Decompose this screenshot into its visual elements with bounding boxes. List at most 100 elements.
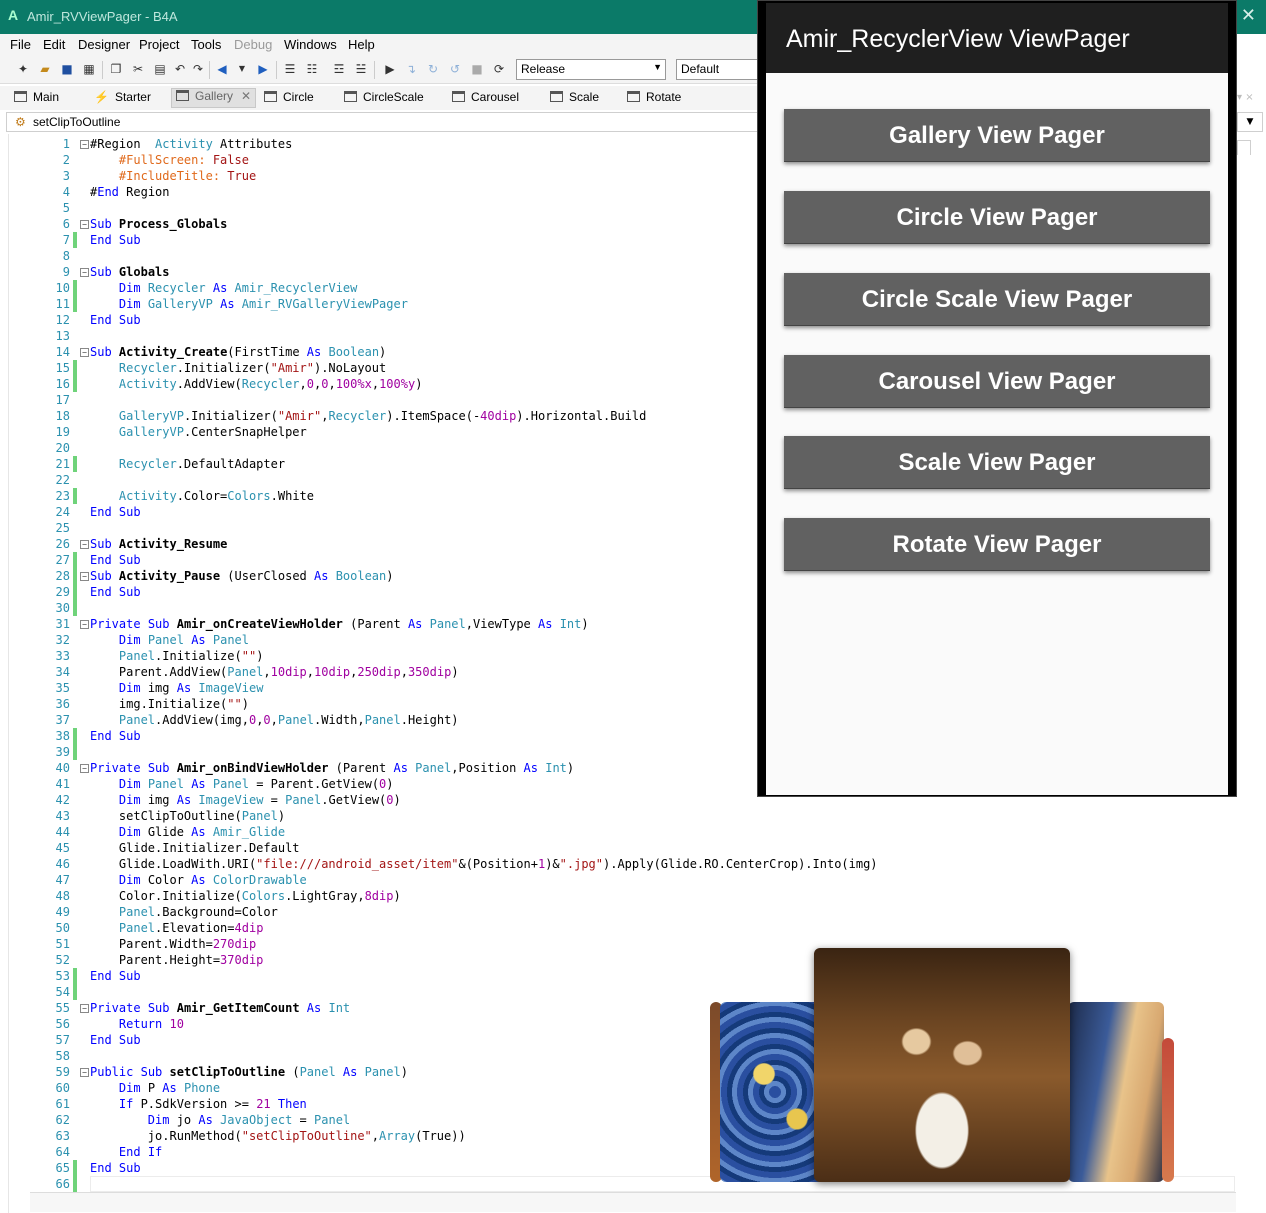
circle-view-pager-button[interactable]: Circle View Pager — [784, 191, 1210, 244]
code-line[interactable]: Private Sub Amir_GetItemCount As Int — [90, 1000, 350, 1016]
code-line[interactable]: If P.SdkVersion >= 21 Then — [90, 1096, 307, 1112]
member-dropdown[interactable]: ⚙ setClipToOutline — [6, 112, 760, 132]
step-into-icon[interactable]: ↴ — [404, 62, 418, 76]
paste-icon[interactable]: ▤ — [153, 62, 167, 76]
comment-icon[interactable]: ☲ — [332, 62, 346, 76]
code-line[interactable]: Sub Activity_Pause (UserClosed As Boolea… — [90, 568, 394, 584]
code-line[interactable]: Activity.Color=Colors.White — [90, 488, 314, 504]
device-select[interactable]: Default — [676, 59, 760, 80]
gallery-view-pager-button[interactable]: Gallery View Pager — [784, 109, 1210, 162]
save-icon[interactable]: ■ — [60, 62, 74, 76]
chevron-down-icon[interactable]: ▼ — [1237, 112, 1263, 132]
code-line[interactable]: jo.RunMethod("setClipToOutline",Array(Tr… — [90, 1128, 466, 1144]
code-line[interactable]: Recycler.Initializer("Amir").NoLayout — [90, 360, 386, 376]
code-line[interactable]: Panel.Elevation=4dip — [90, 920, 264, 936]
code-line[interactable]: Sub Globals — [90, 264, 170, 280]
fold-toggle-icon[interactable]: − — [80, 572, 89, 581]
fold-toggle-icon[interactable]: − — [80, 1068, 89, 1077]
code-line[interactable]: Dim P As Phone — [90, 1080, 220, 1096]
code-line[interactable]: End Sub — [90, 312, 141, 328]
circle-scale-view-pager-button[interactable]: Circle Scale View Pager — [784, 273, 1210, 326]
outdent-icon[interactable]: ☷ — [305, 62, 319, 76]
code-line[interactable]: Dim Recycler As Amir_RecyclerView — [90, 280, 357, 296]
code-line[interactable]: Return 10 — [90, 1016, 184, 1032]
code-line[interactable]: Recycler.DefaultAdapter — [90, 456, 285, 472]
tab-scale[interactable]: Scale — [550, 90, 599, 108]
code-line[interactable]: Sub Activity_Resume — [90, 536, 227, 552]
save-all-icon[interactable]: ▦ — [82, 62, 96, 76]
code-line[interactable]: Parent.Height=370dip — [90, 952, 264, 968]
back-icon[interactable]: ◀ — [215, 62, 229, 76]
menu-help[interactable]: Help — [348, 37, 375, 52]
code-line[interactable]: End Sub — [90, 504, 141, 520]
code-line[interactable]: setClipToOutline(Panel) — [90, 808, 285, 824]
close-tab-icon[interactable]: ✕ — [241, 89, 251, 103]
fold-toggle-icon[interactable]: − — [80, 348, 89, 357]
code-line[interactable]: Dim Glide As Amir_Glide — [90, 824, 285, 840]
tab-gallery[interactable]: Gallery ✕ — [171, 88, 257, 108]
code-line[interactable]: Dim Color As ColorDrawable — [90, 872, 307, 888]
code-line[interactable]: Private Sub Amir_onBindViewHolder (Paren… — [90, 760, 574, 776]
rotate-view-pager-button[interactable]: Rotate View Pager — [784, 518, 1210, 571]
fold-toggle-icon[interactable]: − — [80, 764, 89, 773]
code-line[interactable]: Glide.LoadWith.URI("file:///android_asse… — [90, 856, 878, 872]
step-out-icon[interactable]: ↺ — [448, 62, 462, 76]
tab-main[interactable]: Main — [14, 90, 59, 108]
chevron-down-icon[interactable]: ▼ — [235, 62, 249, 76]
menu-file[interactable]: File — [10, 37, 31, 52]
cut-icon[interactable]: ✂ — [131, 62, 145, 76]
copy-icon[interactable]: ❐ — [109, 62, 123, 76]
code-line[interactable]: Dim img As ImageView — [90, 680, 264, 696]
tab-carousel[interactable]: Carousel — [452, 90, 519, 108]
code-line[interactable]: Dim Panel As Panel = Parent.GetView(0) — [90, 776, 394, 792]
code-line[interactable]: Sub Process_Globals — [90, 216, 227, 232]
uncomment-icon[interactable]: ☱ — [354, 62, 368, 76]
code-line[interactable]: Glide.Initializer.Default — [90, 840, 300, 856]
open-folder-icon[interactable]: ▰ — [38, 62, 52, 76]
menu-tools[interactable]: Tools — [191, 37, 221, 52]
code-line[interactable]: Dim GalleryVP As Amir_RVGalleryViewPager — [90, 296, 408, 312]
code-line[interactable]: Color.Initialize(Colors.LightGray,8dip) — [90, 888, 401, 904]
menu-edit[interactable]: Edit — [43, 37, 65, 52]
code-line[interactable]: GalleryVP.CenterSnapHelper — [90, 424, 307, 440]
fold-toggle-icon[interactable]: − — [80, 268, 89, 277]
code-line[interactable]: End Sub — [90, 232, 141, 248]
code-line[interactable]: Activity.AddView(Recycler,0,0,100%x,100%… — [90, 376, 423, 392]
code-line[interactable]: Dim Panel As Panel — [90, 632, 249, 648]
stop-icon[interactable]: ■ — [470, 62, 484, 76]
forward-icon[interactable]: ▶ — [256, 62, 270, 76]
code-line[interactable]: #IncludeTitle: True — [90, 168, 256, 184]
code-line[interactable]: Panel.Initialize("") — [90, 648, 264, 664]
code-line[interactable]: #End Region — [90, 184, 170, 200]
code-line[interactable]: End Sub — [90, 728, 141, 744]
fold-toggle-icon[interactable]: − — [80, 620, 89, 629]
menu-debug[interactable]: Debug — [234, 37, 272, 52]
code-line[interactable]: #Region Activity Attributes — [90, 136, 292, 152]
code-line[interactable]: Parent.Width=270dip — [90, 936, 256, 952]
step-over-icon[interactable]: ↻ — [426, 62, 440, 76]
code-line[interactable]: Parent.AddView(Panel,10dip,10dip,250dip,… — [90, 664, 459, 680]
scale-view-pager-button[interactable]: Scale View Pager — [784, 436, 1210, 489]
code-line[interactable]: End If — [90, 1144, 162, 1160]
carousel-view-pager-button[interactable]: Carousel View Pager — [784, 355, 1210, 408]
code-line[interactable]: End Sub — [90, 1032, 141, 1048]
code-line[interactable]: Dim img As ImageView = Panel.GetView(0) — [90, 792, 401, 808]
tab-circlescale[interactable]: CircleScale — [344, 90, 424, 108]
indent-icon[interactable]: ☰ — [283, 62, 297, 76]
code-line[interactable]: Panel.AddView(img,0,0,Panel.Width,Panel.… — [90, 712, 459, 728]
code-line[interactable]: Sub Activity_Create(FirstTime As Boolean… — [90, 344, 386, 360]
code-line[interactable]: Public Sub setClipToOutline (Panel As Pa… — [90, 1064, 408, 1080]
restart-icon[interactable]: ⟳ — [492, 62, 506, 76]
tab-circle[interactable]: Circle — [264, 90, 314, 108]
horizontal-scrollbar[interactable] — [30, 1192, 1236, 1212]
code-line[interactable]: Panel.Background=Color — [90, 904, 278, 920]
build-config-select[interactable]: Release ▼ — [516, 59, 666, 80]
fold-toggle-icon[interactable]: − — [80, 540, 89, 549]
run-icon[interactable]: ▶ — [383, 62, 397, 76]
code-line[interactable]: Private Sub Amir_onCreateViewHolder (Par… — [90, 616, 589, 632]
code-line[interactable]: End Sub — [90, 584, 141, 600]
fold-toggle-icon[interactable]: − — [80, 140, 89, 149]
tab-starter[interactable]: ⚡ Starter — [94, 90, 151, 108]
tab-rotate[interactable]: Rotate — [627, 90, 681, 108]
code-line[interactable]: #FullScreen: False — [90, 152, 249, 168]
